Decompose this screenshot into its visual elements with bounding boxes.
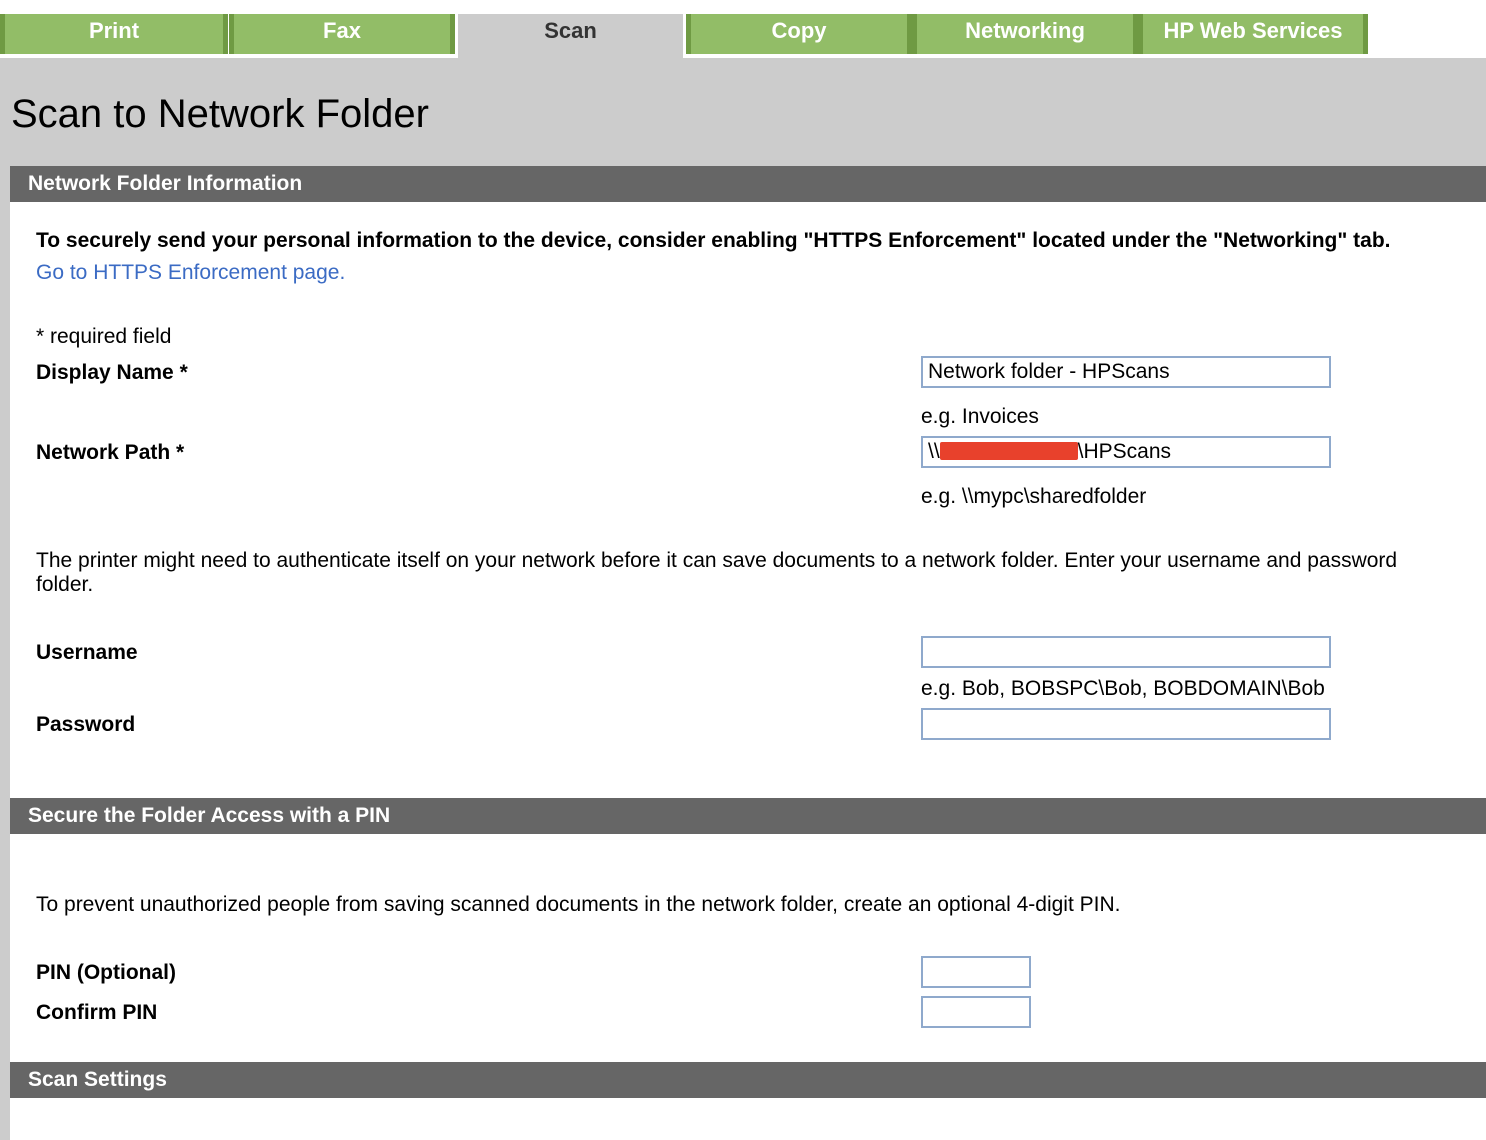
network-path-input[interactable]: \\ \HPScans (921, 436, 1331, 468)
network-path-label: Network Path * (36, 441, 185, 464)
confirm-pin-input[interactable] (921, 996, 1031, 1028)
auth-notice-line2: folder. (36, 573, 94, 596)
auth-notice-line1: The printer might need to authenticate i… (36, 549, 1398, 572)
section-header-scan-settings: Scan Settings (10, 1062, 1486, 1098)
display-name-hint: e.g. Invoices (921, 405, 1039, 428)
tab-label: HP Web Services (1163, 18, 1343, 43)
tab-label: Print (88, 18, 140, 43)
https-enforcement-link[interactable]: Go to HTTPS Enforcement page. (36, 261, 345, 285)
required-field-note: * required field (36, 325, 172, 348)
tab-scan[interactable]: Scan (458, 14, 683, 58)
network-path-hint: e.g. \\mypc\sharedfolder (921, 485, 1147, 508)
network-path-prefix: \\ (928, 440, 940, 463)
tab-print[interactable]: Print (0, 14, 228, 54)
tab-label: Scan (544, 18, 597, 43)
tab-label: Fax (323, 18, 361, 43)
pin-notice: To prevent unauthorized people from savi… (36, 893, 1121, 916)
tab-bar: Print Fax Scan Copy Networking HP Web Se… (0, 0, 1486, 58)
tab-networking[interactable]: Networking (912, 14, 1138, 54)
pin-input[interactable] (921, 956, 1031, 988)
display-name-label: Display Name * (36, 361, 188, 384)
username-label: Username (36, 641, 138, 664)
display-name-input[interactable]: Network folder - HPScans (921, 356, 1331, 388)
content-panel: Network Folder Information To securely s… (10, 166, 1486, 1140)
password-input[interactable] (921, 708, 1331, 740)
redaction-mark (939, 442, 1078, 460)
pin-label: PIN (Optional) (36, 961, 176, 984)
username-input[interactable] (921, 636, 1331, 668)
password-label: Password (36, 713, 136, 736)
section-header-network-folder: Network Folder Information (10, 166, 1486, 202)
tab-hp-web-services[interactable]: HP Web Services (1138, 14, 1368, 54)
section-header-secure-pin: Secure the Folder Access with a PIN (10, 798, 1486, 834)
tab-copy[interactable]: Copy (686, 14, 912, 54)
tab-label: Networking (965, 18, 1085, 43)
page-title: Scan to Network Folder (11, 92, 429, 136)
tab-fax[interactable]: Fax (229, 14, 455, 54)
tab-label: Copy (771, 18, 827, 43)
network-path-suffix: \HPScans (1077, 440, 1172, 463)
username-hint: e.g. Bob, BOBSPC\Bob, BOBDOMAIN\Bob (921, 677, 1325, 700)
confirm-pin-label: Confirm PIN (36, 1001, 158, 1024)
https-notice: To securely send your personal informati… (36, 229, 1391, 252)
